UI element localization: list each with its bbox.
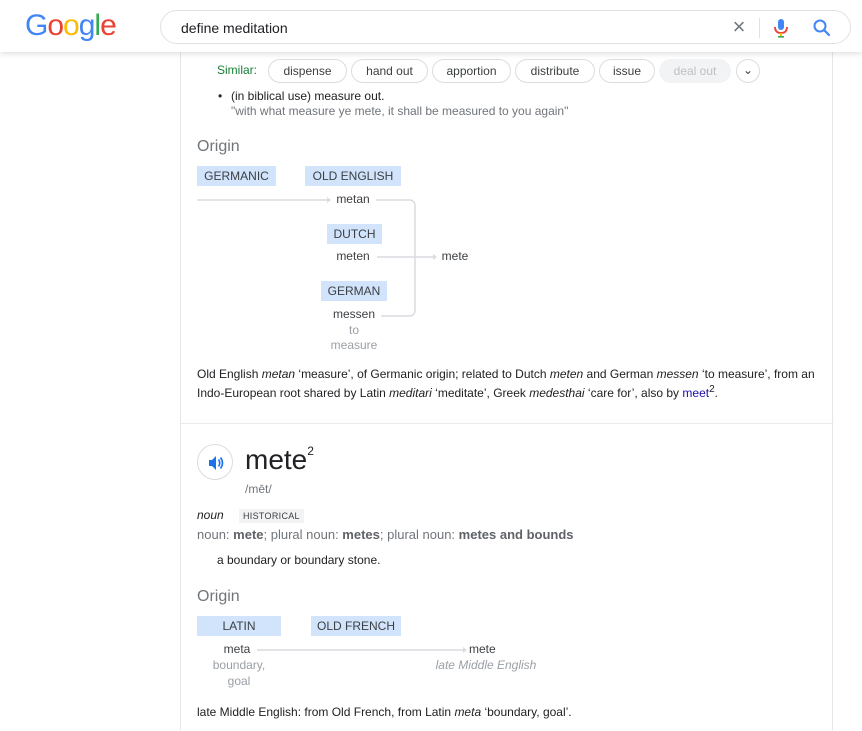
sense-bullet: • (218, 89, 223, 103)
word-metan: metan (336, 192, 370, 206)
headword: mete2 (245, 443, 314, 475)
speaker-icon (209, 456, 224, 470)
chip-dispense[interactable]: dispense (268, 59, 347, 83)
sense-label: (in biblical use) measure out. (231, 89, 385, 103)
similar-label: Similar: (217, 63, 258, 77)
word-meten: meten (336, 249, 370, 263)
chip-distribute[interactable]: distribute (515, 59, 595, 83)
gloss-to: to (348, 323, 359, 337)
entry-divider (181, 423, 834, 424)
origin-title-2: Origin (197, 588, 240, 605)
logo-letter: g (78, 9, 96, 42)
noun-forms: noun: mete; plural noun: metes; plural n… (197, 527, 574, 542)
period-label: late Middle English (435, 658, 537, 672)
search-input[interactable] (181, 20, 681, 36)
word-mete: mete (441, 249, 469, 263)
search-icon[interactable] (811, 17, 833, 39)
lang-german: GERMAN (321, 281, 387, 301)
close-icon[interactable]: × (727, 15, 751, 39)
chip-apportion[interactable]: apportion (432, 59, 511, 83)
lang-old-french: OLD FRENCH (311, 616, 401, 636)
logo-letter: o (63, 9, 80, 42)
origin-title: Origin (197, 138, 240, 155)
word-meta: meta (223, 642, 251, 656)
logo-letter: o (47, 9, 64, 42)
pronunciation: /mēt/ (245, 482, 272, 496)
sense-example: "with what measure ye mete, it shall be … (231, 104, 569, 118)
chip-issue[interactable]: issue (599, 59, 655, 83)
lang-dutch: DUTCH (327, 224, 382, 244)
etymology-text-2: late Middle English: from Old French, fr… (197, 705, 572, 719)
dictionary-card: Similar: dispense hand out apportion dis… (180, 30, 834, 730)
lang-latin: LATIN (197, 616, 281, 636)
gloss-measure: measure (330, 338, 378, 352)
definition: a boundary or boundary stone. (217, 553, 381, 567)
historical-badge: HISTORICAL (239, 509, 304, 523)
search-box: × (160, 10, 851, 44)
microphone-icon[interactable] (773, 17, 789, 39)
chip-deal-out: deal out (659, 59, 731, 83)
meet-link[interactable]: meet (682, 386, 709, 400)
expand-similar-button[interactable]: ⌄ (736, 59, 760, 83)
word-mete-2: mete (469, 642, 496, 656)
gloss-goal: goal (227, 674, 251, 688)
chevron-down-icon: ⌄ (742, 63, 754, 77)
logo-letter: e (100, 9, 117, 42)
top-bar: Google × (0, 0, 862, 52)
pronounce-button[interactable] (197, 444, 233, 480)
search-divider (759, 18, 760, 38)
logo-letter: G (25, 9, 48, 42)
part-of-speech: noun (197, 508, 224, 522)
chip-hand-out[interactable]: hand out (351, 59, 428, 83)
google-logo[interactable]: Google (25, 9, 117, 43)
gloss-boundary: boundary, (212, 658, 266, 672)
word-messen: messen (332, 307, 376, 321)
etymology-text: Old English metan ‘measure’, of Germanic… (197, 367, 815, 400)
